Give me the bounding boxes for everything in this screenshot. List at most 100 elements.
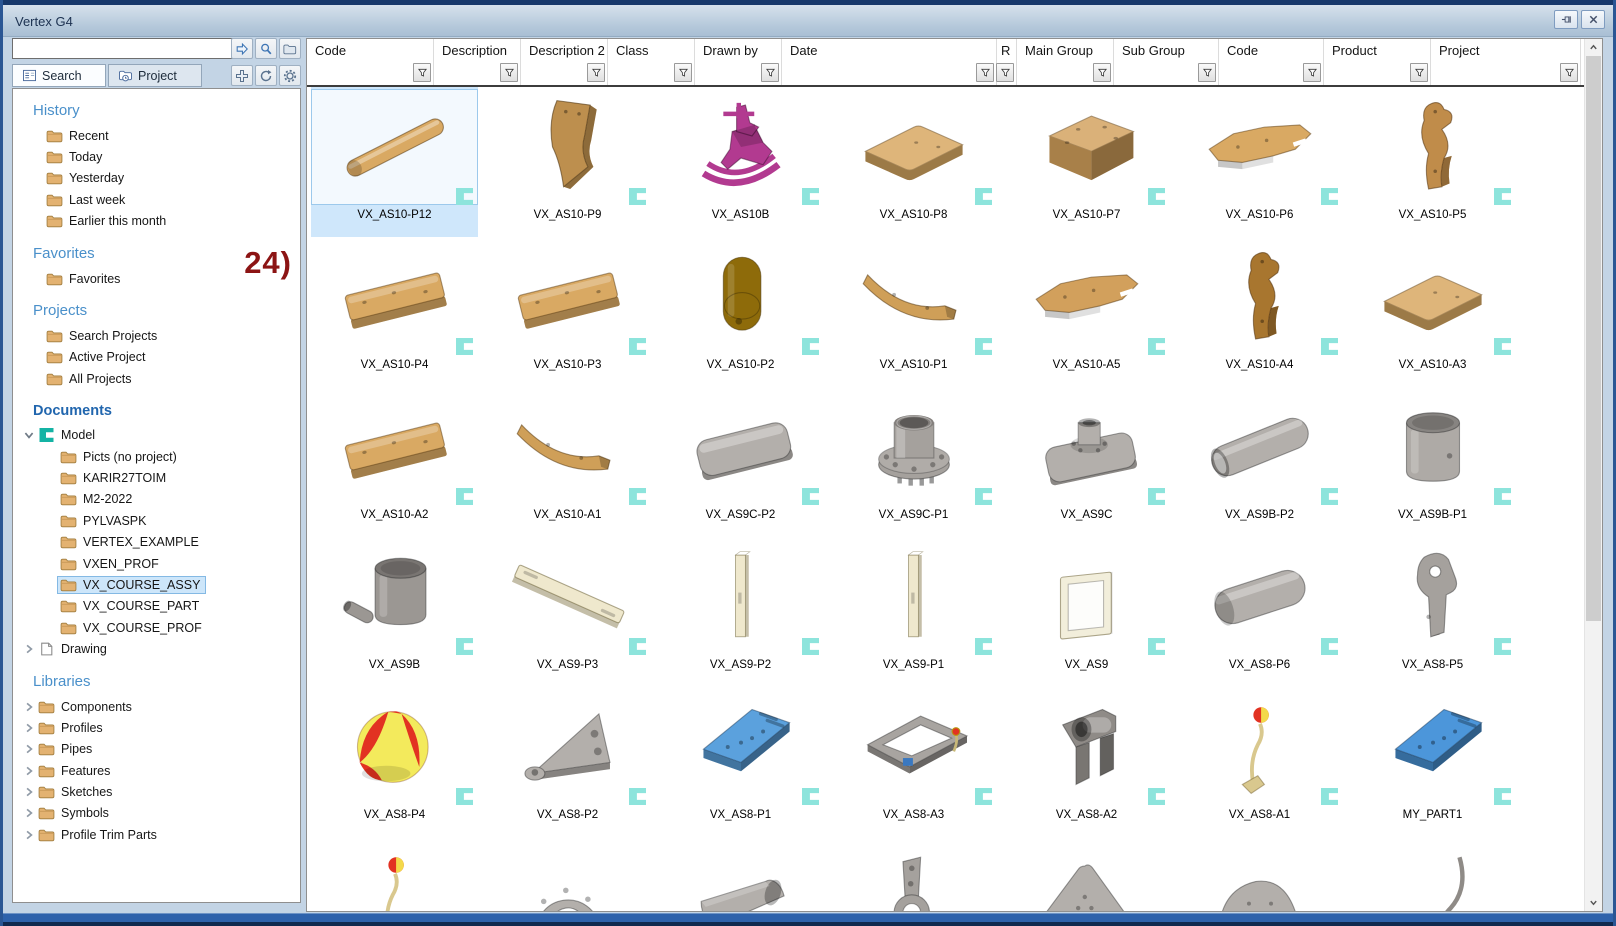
part-cell[interactable]: [311, 837, 478, 911]
tree-item-last-week[interactable]: Last week: [13, 189, 300, 210]
part-cell[interactable]: VX_AS8-P6: [1176, 537, 1343, 687]
tree-item-today[interactable]: Today: [13, 146, 300, 167]
tree-item-vertex-example[interactable]: VERTEX_EXAMPLE: [13, 531, 300, 552]
tree-item-drawing[interactable]: Drawing: [13, 638, 300, 659]
part-cell[interactable]: VX_AS10-A3: [1349, 237, 1516, 387]
part-cell[interactable]: [1176, 837, 1343, 911]
part-cell[interactable]: VX_AS10-A2: [311, 387, 478, 537]
filter-button[interactable]: [674, 63, 692, 82]
column-header[interactable]: Product: [1324, 39, 1431, 85]
part-cell[interactable]: [484, 837, 651, 911]
part-cell[interactable]: VX_AS10-A5: [1003, 237, 1170, 387]
part-cell[interactable]: [1349, 837, 1516, 911]
tab-project[interactable]: Project: [108, 64, 202, 87]
tree-item-vx-course-part[interactable]: VX_COURSE_PART: [13, 596, 300, 617]
part-cell[interactable]: VX_AS10-A4: [1176, 237, 1343, 387]
part-cell[interactable]: MY_PART1: [1349, 687, 1516, 837]
part-cell[interactable]: VX_AS9: [1003, 537, 1170, 687]
scroll-up-button[interactable]: [1585, 39, 1602, 56]
chevron-right-icon[interactable]: [23, 786, 35, 798]
filter-button[interactable]: [1303, 63, 1321, 82]
tree-item-sketches[interactable]: Sketches: [13, 781, 300, 802]
part-cell[interactable]: VX_AS10-P6: [1176, 87, 1343, 237]
tree-item-vx-course-prof[interactable]: VX_COURSE_PROF: [13, 617, 300, 638]
filter-button[interactable]: [587, 63, 605, 82]
part-cell[interactable]: VX_AS8-P2: [484, 687, 651, 837]
scroll-down-button[interactable]: [1585, 894, 1602, 911]
tree-item-search-projects[interactable]: Search Projects: [13, 325, 300, 346]
part-cell[interactable]: VX_AS9-P3: [484, 537, 651, 687]
open-folder-button[interactable]: [279, 38, 301, 59]
tree-item-components[interactable]: Components: [13, 696, 300, 717]
vertical-scrollbar[interactable]: [1584, 39, 1602, 911]
filter-button[interactable]: [413, 63, 431, 82]
part-cell[interactable]: VX_AS8-P5: [1349, 537, 1516, 687]
chevron-right-icon[interactable]: [23, 807, 35, 819]
tree-item-features[interactable]: Features: [13, 760, 300, 781]
chevron-right-icon[interactable]: [23, 722, 35, 734]
tree-item-yesterday[interactable]: Yesterday: [13, 168, 300, 189]
part-cell[interactable]: VX_AS8-P4: [311, 687, 478, 837]
column-header[interactable]: Code: [307, 39, 434, 85]
filter-button[interactable]: [761, 63, 779, 82]
settings-button[interactable]: [279, 65, 301, 86]
part-cell[interactable]: VX_AS10-P2: [657, 237, 824, 387]
chevron-down-icon[interactable]: [23, 429, 35, 441]
part-cell[interactable]: VX_AS9C-P2: [657, 387, 824, 537]
part-cell[interactable]: VX_AS8-P1: [657, 687, 824, 837]
chevron-right-icon[interactable]: [23, 701, 35, 713]
tree-item-pylvaspk[interactable]: PYLVASPK: [13, 510, 300, 531]
tree-item-profile-trim-parts[interactable]: Profile Trim Parts: [13, 824, 300, 845]
column-header[interactable]: Project: [1431, 39, 1581, 85]
part-cell[interactable]: VX_AS10-P9: [484, 87, 651, 237]
tree-item-all-projects[interactable]: All Projects: [13, 368, 300, 389]
part-cell[interactable]: VX_AS9C: [1003, 387, 1170, 537]
tree-item-symbols[interactable]: Symbols: [13, 803, 300, 824]
add-button[interactable]: [231, 65, 253, 86]
column-header[interactable]: Class: [608, 39, 695, 85]
column-header[interactable]: Drawn by: [695, 39, 782, 85]
part-cell[interactable]: [830, 837, 997, 911]
column-header[interactable]: Sub Group: [1114, 39, 1219, 85]
part-cell[interactable]: [657, 837, 824, 911]
part-cell[interactable]: VX_AS9-P2: [657, 537, 824, 687]
filter-button[interactable]: [1198, 63, 1216, 82]
column-header[interactable]: Date: [782, 39, 997, 85]
chevron-right-icon[interactable]: [23, 765, 35, 777]
search-button[interactable]: [255, 38, 277, 59]
part-cell[interactable]: VX_AS9B-P1: [1349, 387, 1516, 537]
scrollbar-thumb[interactable]: [1586, 56, 1601, 621]
chevron-right-icon[interactable]: [23, 643, 35, 655]
pin-button[interactable]: [1554, 10, 1578, 29]
tree-item-model[interactable]: Model: [13, 425, 300, 446]
filter-button[interactable]: [1093, 63, 1111, 82]
tree-item-karir27toim[interactable]: KARIR27TOIM: [13, 467, 300, 488]
part-cell[interactable]: VX_AS9-P1: [830, 537, 997, 687]
part-cell[interactable]: VX_AS8-A1: [1176, 687, 1343, 837]
tree-item-profiles[interactable]: Profiles: [13, 717, 300, 738]
column-header[interactable]: Main Group: [1017, 39, 1114, 85]
filter-button[interactable]: [1560, 63, 1578, 82]
filter-button[interactable]: [1410, 63, 1428, 82]
part-cell[interactable]: VX_AS9B: [311, 537, 478, 687]
tree-item-picts-no-project-[interactable]: Picts (no project): [13, 446, 300, 467]
tree-item-recent[interactable]: Recent: [13, 125, 300, 146]
part-cell[interactable]: VX_AS10-P1: [830, 237, 997, 387]
filter-button[interactable]: [996, 63, 1014, 82]
part-cell[interactable]: VX_AS10-P7: [1003, 87, 1170, 237]
part-cell[interactable]: VX_AS10-P5: [1349, 87, 1516, 237]
part-cell[interactable]: VX_AS10B: [657, 87, 824, 237]
chevron-right-icon[interactable]: [23, 743, 35, 755]
part-cell[interactable]: VX_AS8-A3: [830, 687, 997, 837]
tree-item-active-project[interactable]: Active Project: [13, 347, 300, 368]
tree-item-vxen-prof[interactable]: VXEN_PROF: [13, 553, 300, 574]
chevron-right-icon[interactable]: [23, 829, 35, 841]
part-cell[interactable]: VX_AS10-P12: [311, 87, 478, 237]
tree-item-m2-2022[interactable]: M2-2022: [13, 489, 300, 510]
part-cell[interactable]: VX_AS8-A2: [1003, 687, 1170, 837]
tab-search[interactable]: Search: [12, 64, 106, 87]
column-header[interactable]: R: [997, 39, 1017, 85]
column-header[interactable]: Code: [1219, 39, 1324, 85]
part-cell[interactable]: VX_AS10-P8: [830, 87, 997, 237]
filter-button[interactable]: [976, 63, 994, 82]
